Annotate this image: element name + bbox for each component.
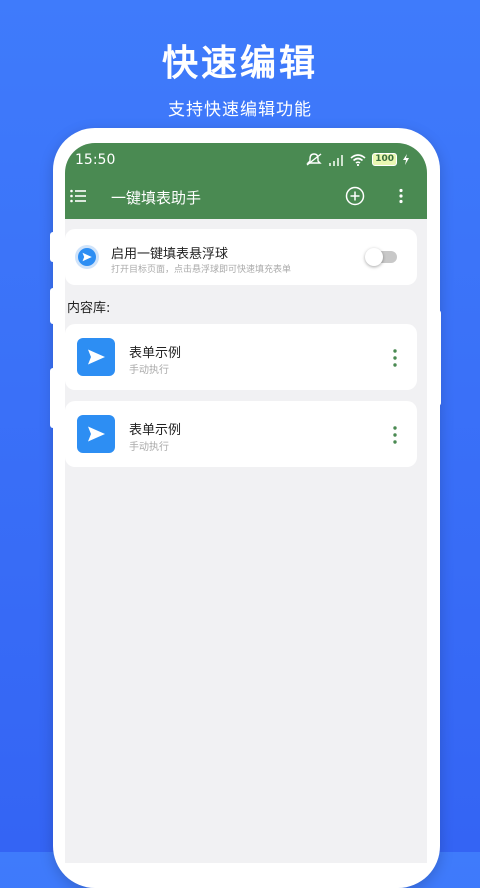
phone-side-button-left-1	[50, 232, 58, 262]
floating-ball-card[interactable]: 启用一键填表悬浮球 打开目标页面，点击悬浮球即可快速填充表单	[65, 229, 417, 285]
section-label: 内容库:	[67, 301, 111, 316]
more-icon[interactable]	[399, 188, 403, 204]
floating-ball-icon	[75, 245, 99, 269]
item-subtitle: 手动执行	[129, 442, 169, 453]
add-icon[interactable]	[345, 186, 365, 206]
item-title: 表单示例	[129, 346, 182, 361]
floating-ball-description: 打开目标页面，点击悬浮球即可快速填充表单	[111, 265, 292, 275]
toggle-thumb	[365, 248, 383, 266]
status-time: 15:50	[75, 152, 116, 168]
menu-icon[interactable]	[70, 189, 86, 203]
item-title: 表单示例	[129, 423, 182, 438]
signal-icon	[329, 154, 344, 166]
status-bar: 15:50 100	[65, 143, 427, 177]
hero-subtitle: 支持快速编辑功能	[168, 100, 312, 120]
floating-ball-toggle[interactable]	[365, 248, 397, 266]
list-item[interactable]: 表单示例 手动执行	[65, 401, 417, 467]
phone-side-button-left-3	[50, 368, 58, 428]
charging-icon	[403, 154, 409, 165]
phone-side-button-left-2	[50, 288, 58, 324]
hero-title: 快速编辑	[161, 43, 318, 84]
list-item[interactable]: 表单示例 手动执行	[65, 324, 417, 390]
item-subtitle: 手动执行	[129, 365, 169, 376]
battery-icon: 100	[372, 153, 397, 166]
status-icons: 100	[306, 153, 409, 166]
send-icon	[77, 415, 115, 453]
app-bar: 一键填表助手	[65, 177, 427, 219]
app-title: 一键填表助手	[111, 189, 202, 207]
mute-icon	[306, 153, 322, 166]
wifi-icon	[350, 153, 366, 166]
item-more-icon[interactable]	[393, 348, 397, 368]
send-icon	[77, 338, 115, 376]
phone-screen: 15:50 100 一键填表助手 启用一键填表悬浮球 打开目标页面，点击悬浮球即…	[65, 143, 427, 863]
phone-side-button-right	[433, 310, 441, 406]
floating-ball-title: 启用一键填表悬浮球	[111, 247, 229, 262]
item-more-icon[interactable]	[393, 425, 397, 445]
